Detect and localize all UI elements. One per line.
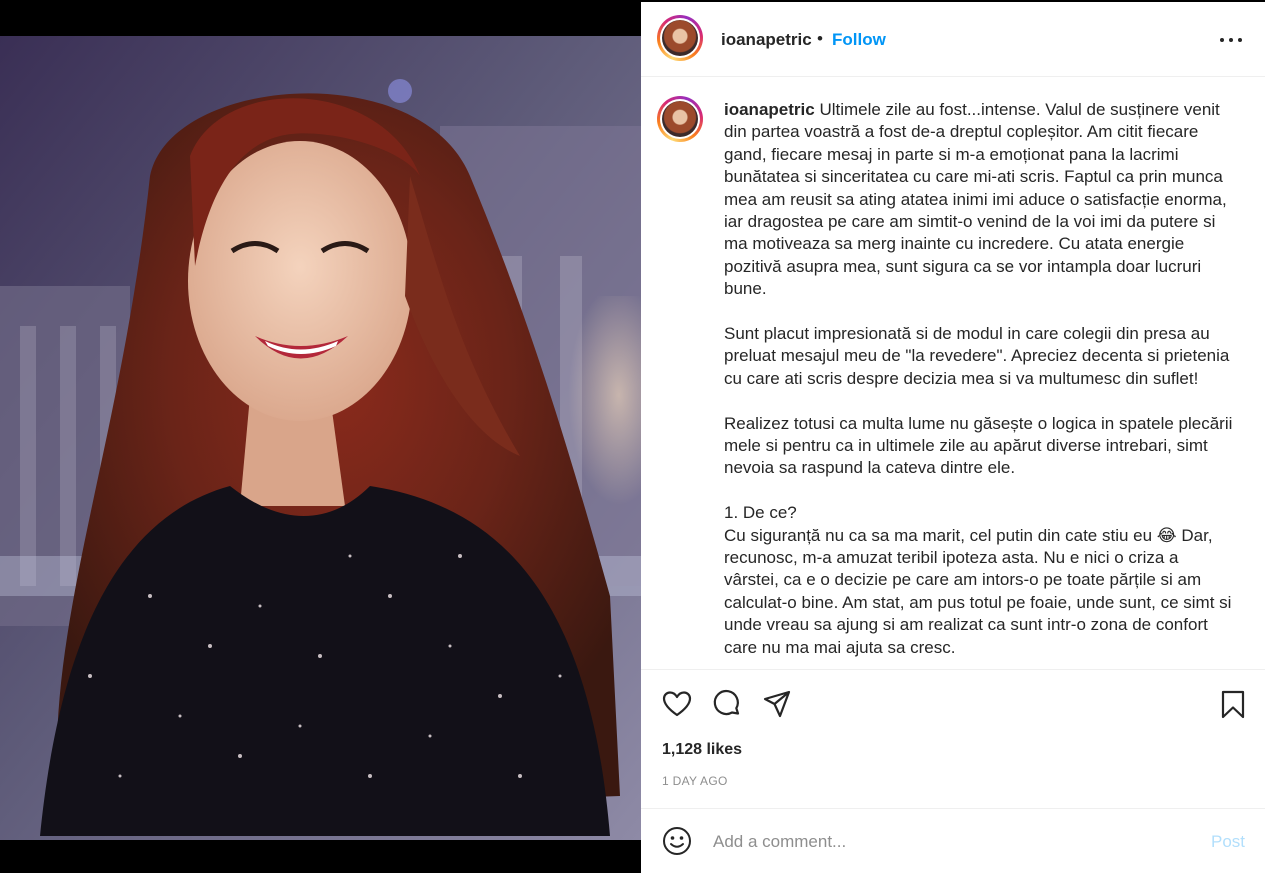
post-header: ioanapetric • Follow — [641, 2, 1265, 77]
action-bar: 1,128 likes 1 DAY AGO — [641, 669, 1265, 809]
likes-count[interactable]: 1,128 likes — [662, 741, 742, 759]
comment-input[interactable] — [711, 829, 1175, 855]
caption-paragraph-4: 1. De ce? Cu siguranță nu ca sa ma marit… — [724, 503, 1232, 657]
header-username[interactable]: ioanapetric — [721, 30, 812, 50]
bookmark-icon[interactable] — [1217, 688, 1249, 720]
post-side-panel: ioanapetric • Follow ioanapetric Ultimel… — [641, 0, 1265, 873]
comment-bar: Post — [641, 808, 1265, 873]
follow-button[interactable]: Follow — [832, 30, 886, 50]
post-timestamp[interactable]: 1 DAY AGO — [662, 774, 728, 788]
avatar[interactable] — [657, 15, 703, 61]
caption-paragraph-2: Sunt placut impresionată si de modul in … — [724, 324, 1230, 388]
caption-area[interactable]: ioanapetric Ultimele zile au fost...inte… — [641, 78, 1265, 668]
caption-text: ioanapetric Ultimele zile au fost...inte… — [724, 99, 1234, 668]
separator-dot: • — [817, 29, 823, 48]
caption-avatar[interactable] — [657, 96, 703, 142]
heart-icon[interactable] — [661, 688, 693, 720]
caption-paragraph-1: ioanapetric Ultimele zile au fost...inte… — [724, 100, 1227, 299]
caption-paragraph-3: Realizez totusi ca multa lume nu găsește… — [724, 413, 1233, 478]
emoji-icon[interactable] — [661, 825, 693, 857]
media-pane — [0, 0, 641, 873]
comment-icon[interactable] — [711, 688, 743, 720]
post-photo[interactable] — [0, 36, 641, 840]
post-modal: ioanapetric • Follow ioanapetric Ultimel… — [0, 0, 1265, 873]
post-comment-button[interactable]: Post — [1211, 832, 1245, 852]
caption-username[interactable]: ioanapetric — [724, 100, 815, 119]
send-icon[interactable] — [761, 688, 793, 720]
more-options-icon[interactable] — [1219, 28, 1243, 52]
